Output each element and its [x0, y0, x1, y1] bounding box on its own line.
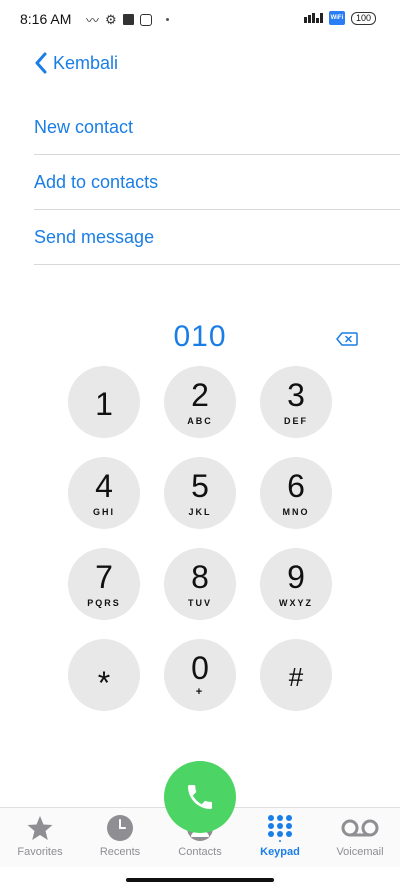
keypad-icon — [268, 815, 292, 842]
key-5[interactable]: 5 JKL — [164, 457, 236, 529]
key-star[interactable]: * — [68, 639, 140, 711]
key-letters: GHI — [92, 507, 115, 517]
key-hash[interactable]: # — [260, 639, 332, 711]
key-letters: + — [195, 686, 205, 698]
key-8[interactable]: 8 TUV — [164, 548, 236, 620]
key-3[interactable]: 3 DEF — [260, 366, 332, 438]
key-4[interactable]: 4 GHI — [68, 457, 140, 529]
back-button[interactable]: Kembali — [34, 52, 118, 74]
back-label: Kembali — [53, 52, 119, 73]
key-9[interactable]: 9 WXYZ — [260, 548, 332, 620]
key-digit: 7 — [95, 559, 113, 595]
key-letters: DEF — [284, 416, 308, 426]
key-digit: 8 — [191, 559, 209, 595]
home-indicator — [126, 878, 274, 882]
voicemail-icon — [341, 819, 379, 837]
backspace-icon[interactable] — [336, 332, 358, 346]
tab-label: Favorites — [17, 846, 63, 858]
key-digit: * — [97, 665, 111, 701]
key-digit: 1 — [95, 386, 113, 422]
signal-icon — [303, 13, 323, 23]
phone-icon — [188, 785, 212, 809]
key-digit: 0 — [191, 650, 209, 686]
tab-voicemail[interactable]: Voicemail — [320, 808, 400, 868]
chevron-left-icon — [35, 52, 47, 74]
key-1[interactable]: 1 — [68, 366, 140, 438]
more-notifications-icon — [165, 18, 169, 21]
battery-indicator: 100 — [350, 11, 376, 25]
badge-icon — [139, 13, 152, 26]
tab-favorites[interactable]: Favorites — [0, 808, 80, 868]
status-bar: 8:16 AM 〰 ⚙ WiFi 100 — [0, 0, 400, 40]
key-digit: 3 — [287, 377, 305, 413]
tab-label: Voicemail — [336, 846, 384, 858]
clock-icon — [107, 815, 133, 841]
key-7[interactable]: 7 PQRS — [68, 548, 140, 620]
key-2[interactable]: 2 ABC — [164, 366, 236, 438]
tab-label: Contacts — [178, 846, 222, 858]
star-icon — [27, 816, 53, 840]
key-digit: 2 — [191, 377, 209, 413]
key-letters: JKL — [188, 507, 212, 517]
add-to-contacts-button[interactable]: Add to contacts — [34, 155, 400, 210]
key-digit: # — [288, 662, 304, 692]
key-0[interactable]: 0 + — [164, 639, 236, 711]
key-letters: TUV — [188, 598, 212, 608]
key-letters: MNO — [282, 507, 310, 517]
key-digit: 9 — [287, 559, 305, 595]
status-right: WiFi 100 — [303, 11, 376, 25]
key-digit: 4 — [95, 468, 113, 504]
app-icon — [122, 14, 134, 25]
key-letters: ABC — [187, 416, 213, 426]
key-letters: PQRS — [87, 598, 121, 608]
call-button[interactable] — [164, 761, 236, 833]
status-time: 8:16 AM — [20, 11, 72, 27]
key-digit: 5 — [191, 468, 209, 504]
action-list: New contact Add to contacts Send message — [34, 100, 400, 265]
wifi-icon: WiFi — [328, 11, 345, 25]
key-6[interactable]: 6 MNO — [260, 457, 332, 529]
activity-icon: 〰 — [86, 13, 100, 28]
notification-icons: 〰 ⚙ — [86, 10, 169, 29]
tab-keypad[interactable]: Keypad — [240, 808, 320, 868]
new-contact-button[interactable]: New contact — [34, 100, 400, 155]
settings-icon: ⚙ — [105, 11, 117, 27]
key-letters: WXYZ — [279, 598, 313, 608]
tab-label: Keypad — [260, 846, 300, 858]
tab-recents[interactable]: Recents — [80, 808, 160, 868]
tab-label: Recents — [99, 846, 141, 858]
key-digit: 6 — [287, 468, 305, 504]
send-message-button[interactable]: Send message — [34, 210, 400, 265]
